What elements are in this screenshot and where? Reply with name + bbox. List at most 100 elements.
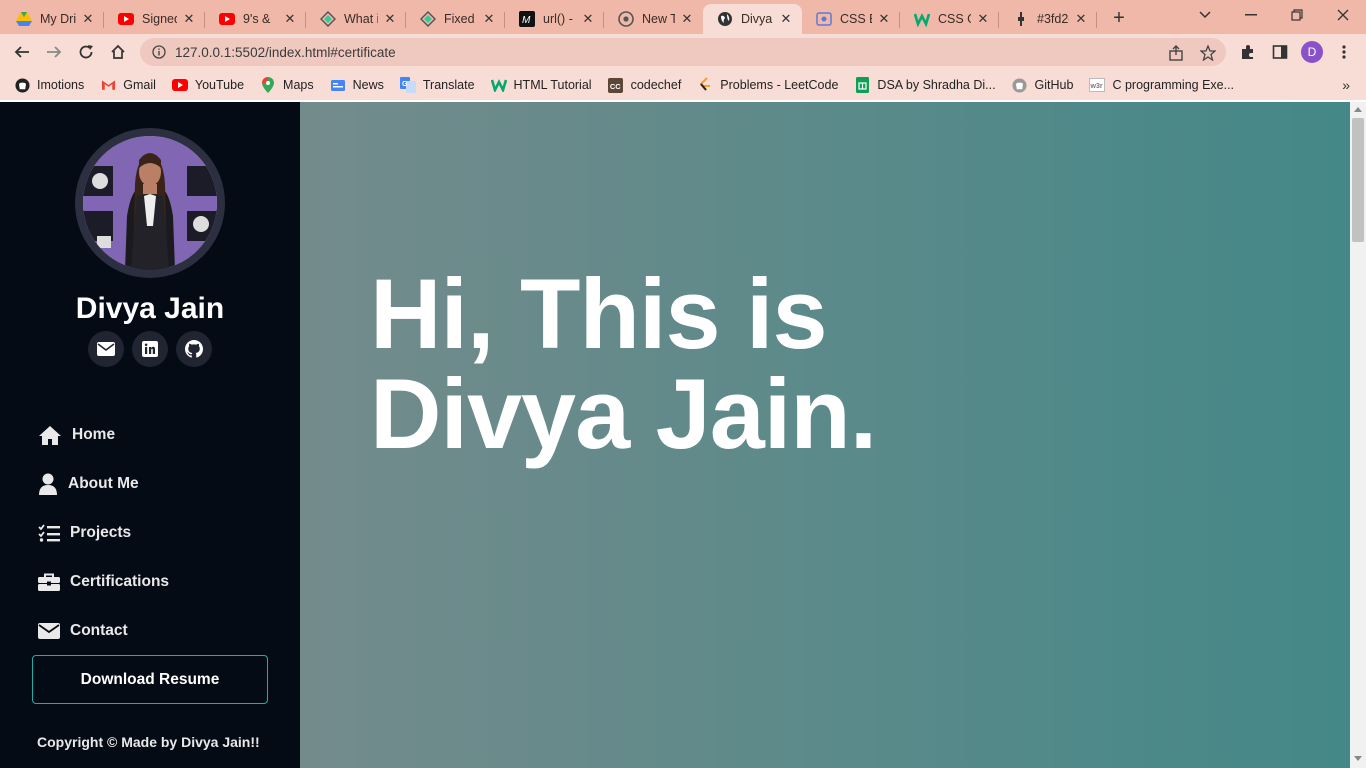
mdn-icon: M [519,11,535,27]
tab-nines[interactable]: 9's & ✕ [205,4,306,34]
bookmark-imotions[interactable]: Imotions [0,73,90,97]
github-icon [1012,77,1028,93]
close-tab-icon[interactable]: ✕ [181,11,197,27]
close-tab-icon[interactable]: ✕ [481,11,497,27]
codechef-icon: CC [608,77,624,93]
bookmark-page-icon [816,11,832,27]
close-tab-icon[interactable]: ✕ [679,11,695,27]
tab-new-tab[interactable]: New Ta ✕ [604,4,703,34]
hero-heading: Hi, This is Divya Jain. [370,264,1070,464]
url-text[interactable]: 127.0.0.1:5502/index.html#certificate [175,45,396,60]
home-outline-icon [111,44,125,59]
more-bookmarks-chevron-icon[interactable]: » [1342,77,1350,93]
close-window-button[interactable] [1320,0,1366,30]
address-bar[interactable]: 127.0.0.1:5502/index.html#certificate [140,38,1226,66]
arrow-left-icon [14,46,29,58]
close-tab-icon[interactable]: ✕ [975,11,991,27]
site-info-icon[interactable] [151,44,167,60]
home-button[interactable] [106,40,130,64]
bookmarks-bar: Imotions Gmail YouTube Maps News G Trans… [0,70,1366,100]
tab-css-ba[interactable]: CSS Ba ✕ [802,4,900,34]
browser-menu-icon[interactable] [1333,41,1355,63]
sheets-icon [854,77,870,93]
restore-button[interactable] [1274,0,1320,30]
close-tab-icon[interactable]: ✕ [1073,11,1089,27]
bookmark-news[interactable]: News [320,73,390,97]
page-viewport: Divya Jain Home About Me Projects Certif… [0,102,1350,768]
bookmark-github[interactable]: GitHub [1002,73,1080,97]
profile-photo [75,128,225,278]
bookmark-html-tutorial[interactable]: HTML Tutorial [481,73,598,97]
tab-search-button[interactable] [1182,0,1228,30]
forward-button[interactable] [42,40,66,64]
tab-my-drive[interactable]: My Dri ✕ [2,4,104,34]
hero-line-2: Divya Jain. [370,358,877,469]
hero-section: Hi, This is Divya Jain. [300,102,1350,768]
w3resource-icon: w3r [1089,77,1106,93]
tab-what-is[interactable]: What i ✕ [306,4,406,34]
leetcode-icon [697,77,713,93]
codechef-diamond-icon [420,11,436,27]
nav-item-contact[interactable]: Contact [38,606,169,655]
tab-signed[interactable]: Signed ✕ [104,4,205,34]
news-icon [330,77,346,93]
nav-item-home[interactable]: Home [38,410,169,459]
chrome-icon [618,11,634,27]
close-tab-icon[interactable]: ✕ [580,11,596,27]
github-link[interactable] [176,331,212,367]
profile-name: Divya Jain [75,292,225,325]
nav-item-certifications[interactable]: Certifications [38,557,169,606]
tab-color[interactable]: #3fd2c ✕ [999,4,1097,34]
share-icon[interactable] [1167,44,1185,62]
youtube-icon [118,11,134,27]
bookmark-translate[interactable]: G Translate [390,73,481,97]
bookmark-gmail[interactable]: Gmail [90,73,162,97]
close-tab-icon[interactable]: ✕ [778,11,794,27]
close-tab-icon[interactable]: ✕ [382,11,398,27]
back-button[interactable] [10,40,34,64]
minimize-button[interactable] [1228,0,1274,30]
bookmark-maps[interactable]: Maps [250,73,320,97]
scrollbar-thumb[interactable] [1352,118,1364,242]
social-links [88,331,220,367]
bookmark-star-icon[interactable] [1199,44,1217,62]
scroll-down-arrow-icon[interactable] [1354,756,1362,761]
close-tab-icon[interactable]: ✕ [876,11,892,27]
reload-icon [79,45,93,59]
bookmark-c-programming[interactable]: w3r C programming Exe... [1079,73,1240,97]
envelope-icon [38,619,60,643]
side-panel-icon[interactable] [1269,41,1291,63]
tab-css-gr[interactable]: CSS Gr ✕ [900,4,999,34]
linkedin-link[interactable] [132,331,168,367]
svg-text:M: M [522,15,531,26]
download-resume-button[interactable]: Download Resume [32,655,268,704]
bookmark-dsa[interactable]: DSA by Shradha Di... [844,73,1001,97]
nav-item-about[interactable]: About Me [38,459,169,508]
sidebar-nav: Home About Me Projects Certifications Co… [38,410,169,655]
translate-icon: G [399,77,416,93]
new-tab-button[interactable]: + [1108,7,1130,29]
extensions-puzzle-icon[interactable] [1237,41,1259,63]
close-tab-icon[interactable]: ✕ [80,11,96,27]
nav-item-projects[interactable]: Projects [38,508,169,557]
tab-url[interactable]: M url() - ✕ [505,4,604,34]
page-scrollbar[interactable] [1350,102,1366,768]
hero-line-1: Hi, This is [370,258,828,369]
svg-text:G: G [402,81,408,88]
bookmark-youtube[interactable]: YouTube [162,73,250,97]
scroll-up-arrow-icon[interactable] [1354,107,1362,112]
email-link[interactable] [88,331,124,367]
google-drive-icon [16,11,32,27]
close-tab-icon[interactable]: ✕ [282,11,298,27]
sidebar: Divya Jain Home About Me Projects Certif… [0,102,300,768]
bookmark-leetcode[interactable]: Problems - LeetCode [687,73,844,97]
list-check-icon [38,521,60,545]
youtube-icon [171,77,188,93]
globe-icon [717,11,733,27]
bookmark-codechef[interactable]: CC codechef [598,73,688,97]
tab-fixed[interactable]: Fixed P ✕ [406,4,505,34]
reload-button[interactable] [74,40,98,64]
copyright-text: Copyright © Made by Divya Jain!! [37,734,260,750]
tab-divya-active[interactable]: Divya J ✕ [703,4,802,34]
profile-avatar-button[interactable]: D [1301,41,1323,63]
